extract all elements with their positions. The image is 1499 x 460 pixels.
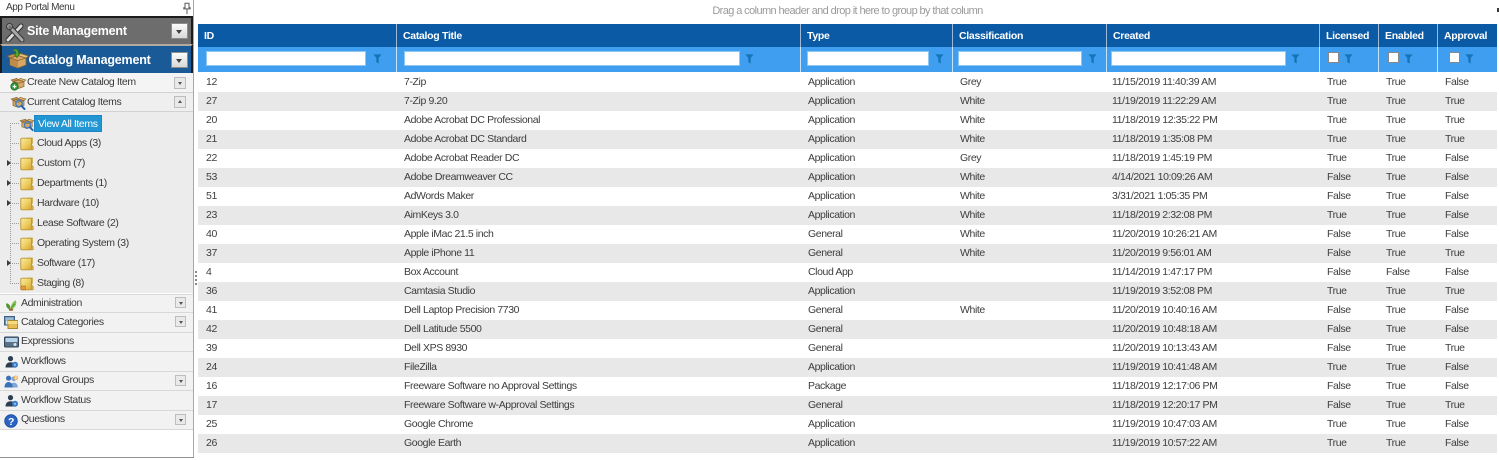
svg-text:P: P	[14, 375, 17, 380]
svg-text:?: ?	[8, 415, 14, 427]
